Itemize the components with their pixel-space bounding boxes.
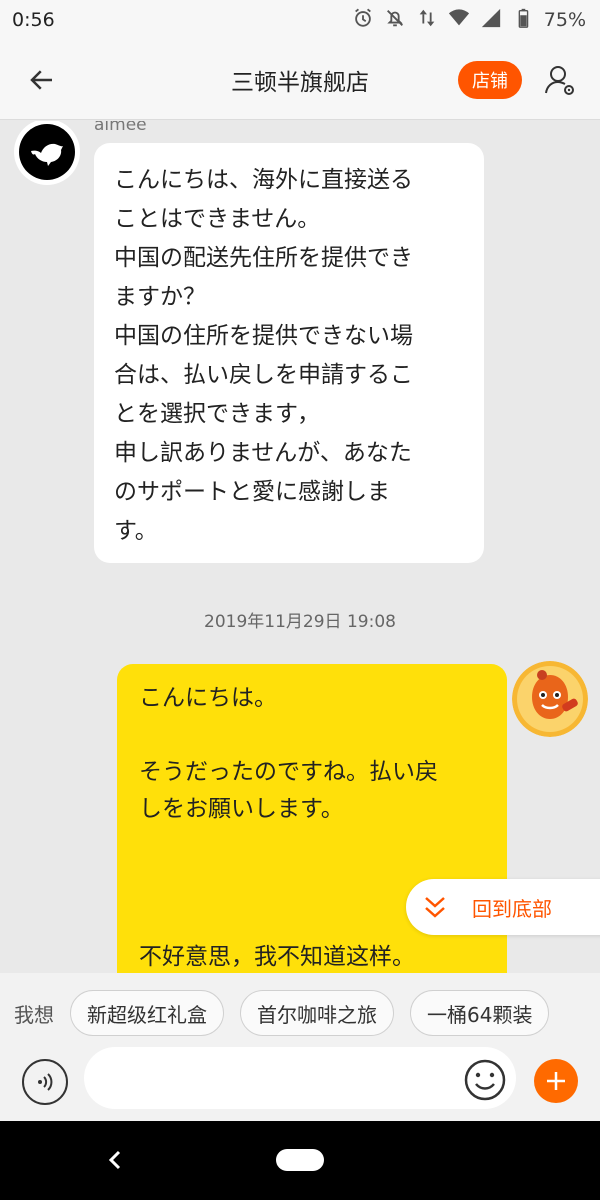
wifi-icon	[448, 7, 470, 33]
double-chevron-down-icon	[420, 892, 450, 922]
quick-suggestions: 我想 新超级红礼盒 首尔咖啡之旅 一桶64颗装	[0, 973, 600, 1053]
status-bar: 0:56 75%	[0, 0, 600, 40]
battery-percent: 75%	[543, 9, 586, 31]
chevron-left-icon	[108, 1150, 121, 1170]
user-settings-icon	[545, 66, 574, 95]
sender-avatar[interactable]	[14, 121, 80, 185]
suggestion-chip[interactable]: 一桶64颗装	[410, 990, 550, 1036]
alarm-icon	[352, 7, 374, 33]
scroll-to-bottom-button[interactable]: 回到底部	[406, 879, 600, 935]
user-settings-button[interactable]	[540, 60, 580, 100]
suggestion-chip[interactable]: 新超级红礼盒	[70, 990, 224, 1036]
my-avatar[interactable]	[512, 661, 588, 737]
status-time: 0:56	[12, 9, 55, 31]
nav-back-button[interactable]	[100, 1145, 130, 1175]
chat-messages[interactable]: aimee こんにちは、海外に直接送る ことはできません。 中国の配送先住所を提…	[0, 121, 600, 973]
bird-logo-icon	[31, 143, 63, 166]
suggestion-chip[interactable]: 首尔咖啡之旅	[240, 990, 394, 1036]
back-button[interactable]	[24, 62, 60, 98]
scroll-to-bottom-label: 回到底部	[472, 896, 552, 921]
plus-icon	[547, 1072, 565, 1090]
voice-wave-icon	[38, 1073, 53, 1091]
nav-home-button[interactable]	[276, 1149, 324, 1171]
chat-header: 三顿半旗舰店 店铺	[0, 40, 600, 120]
voice-input-button[interactable]	[22, 1059, 68, 1105]
message-input[interactable]	[84, 1047, 516, 1109]
suggestions-label: 我想	[14, 1002, 54, 1027]
message-input-bar	[0, 1047, 600, 1121]
notifications-off-icon	[384, 7, 406, 33]
battery-icon	[512, 7, 534, 33]
sender-name: aimee	[94, 121, 147, 135]
emoji-button[interactable]	[462, 1057, 508, 1103]
status-icons: 75%	[352, 7, 586, 33]
more-actions-button[interactable]	[534, 1059, 578, 1103]
data-arrows-icon	[416, 7, 438, 33]
smiley-icon	[464, 1059, 506, 1101]
incoming-message-bubble[interactable]: こんにちは、海外に直接送る ことはできません。 中国の配送先住所を提供でき ます…	[94, 143, 484, 563]
back-arrow-icon	[30, 70, 52, 90]
store-button[interactable]: 店铺	[458, 61, 522, 99]
signal-icon	[480, 7, 502, 33]
system-nav-bar	[0, 1121, 600, 1200]
message-timestamp: 2019年11月29日 19:08	[204, 612, 396, 632]
cartoon-avatar-icon	[512, 661, 588, 737]
